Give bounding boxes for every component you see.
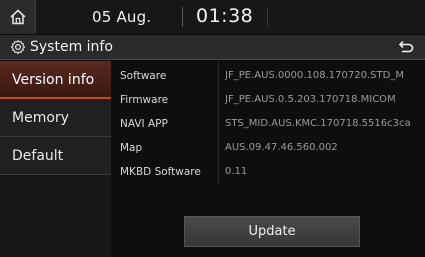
- info-label: Software: [120, 70, 167, 82]
- info-label: Map: [120, 142, 143, 154]
- date-display: 05 Aug.: [92, 8, 152, 26]
- info-value: AUS.09.47.46.560.002: [225, 142, 338, 153]
- version-info-panel: Software JF_PE.AUS.0000.108.170720.STD_M…: [111, 61, 425, 257]
- sidebar-item-label: Version info: [12, 72, 95, 88]
- info-row-firmware: Firmware JF_PE.AUS.0.5.203.170718.MICOM: [111, 89, 425, 113]
- update-button-label: Update: [248, 224, 296, 239]
- info-row-map: Map AUS.09.47.46.560.002: [111, 137, 425, 161]
- sidebar-empty-area: [0, 175, 111, 257]
- back-button[interactable]: [385, 35, 425, 59]
- sidebar: Version info Memory Default: [0, 61, 111, 257]
- system-info-screen: 05 Aug. 01:38 System info Version info M…: [0, 0, 425, 257]
- gear-icon: [10, 39, 26, 55]
- sidebar-item-memory[interactable]: Memory: [0, 99, 111, 137]
- status-divider: [182, 7, 183, 27]
- sidebar-item-version-info[interactable]: Version info: [0, 61, 111, 99]
- status-bar: 05 Aug. 01:38: [0, 0, 425, 34]
- page-header: System info: [0, 35, 425, 60]
- version-info-table: Software JF_PE.AUS.0000.108.170720.STD_M…: [111, 65, 425, 185]
- status-divider: [267, 7, 268, 27]
- home-icon: [10, 9, 26, 25]
- sidebar-item-label: Default: [12, 148, 64, 164]
- clock-display: 01:38: [196, 5, 254, 27]
- info-value: STS_MID.AUS.KMC.170718.5516c3ca: [225, 118, 411, 129]
- info-value: JF_PE.AUS.0000.108.170720.STD_M: [225, 70, 404, 81]
- page-title: System info: [30, 39, 113, 55]
- update-button[interactable]: Update: [184, 216, 360, 247]
- info-label: MKBD Software: [120, 166, 201, 178]
- info-value: JF_PE.AUS.0.5.203.170718.MICOM: [225, 94, 396, 105]
- home-button[interactable]: [0, 0, 36, 34]
- sidebar-item-label: Memory: [12, 110, 69, 126]
- back-arrow-icon: [398, 40, 414, 53]
- info-row-navi-app: NAVI APP STS_MID.AUS.KMC.170718.5516c3ca: [111, 113, 425, 137]
- info-row-software: Software JF_PE.AUS.0000.108.170720.STD_M: [111, 65, 425, 89]
- info-value: 0.11: [225, 166, 248, 177]
- sidebar-item-default[interactable]: Default: [0, 137, 111, 175]
- info-label: Firmware: [120, 94, 169, 106]
- info-label: NAVI APP: [120, 118, 168, 130]
- info-row-mkbd-software: MKBD Software 0.11: [111, 161, 425, 185]
